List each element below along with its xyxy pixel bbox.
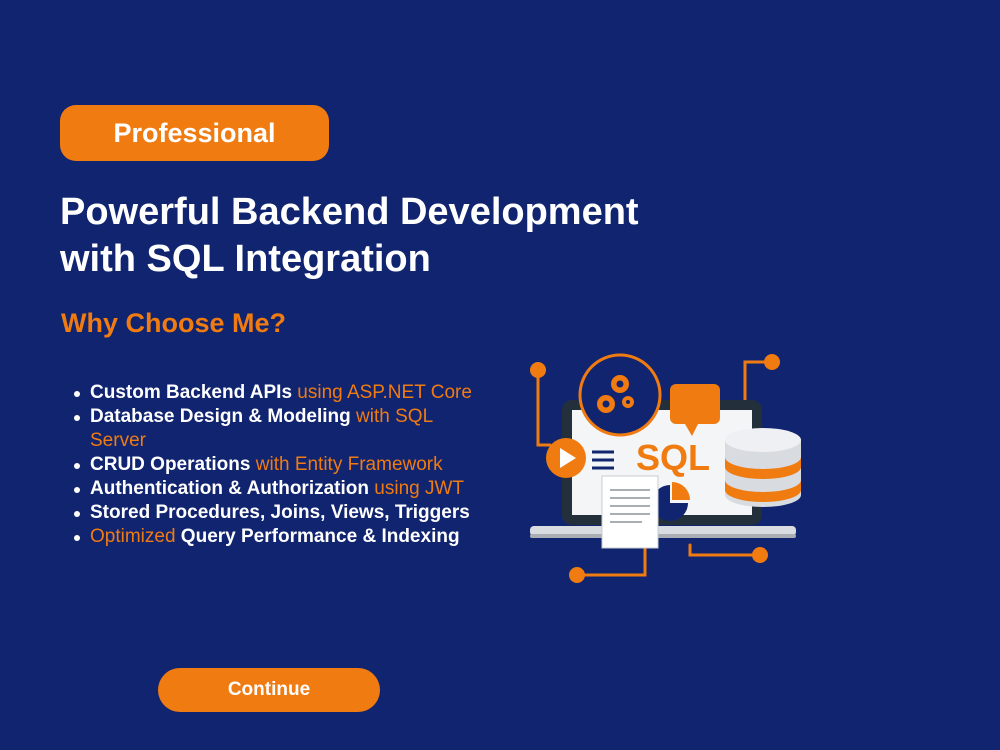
- sql-label: SQL: [636, 437, 710, 478]
- feature-item: Custom Backend APIs using ASP.NET Core: [74, 381, 490, 405]
- feature-title: CRUD Operations: [90, 454, 251, 475]
- laptop-sql-database-illustration: SQL: [530, 353, 801, 583]
- feature-detail: Optimized: [90, 526, 176, 547]
- professional-badge: Professional: [60, 105, 329, 161]
- feature-title: Custom Backend APIs: [90, 382, 293, 403]
- feature-title: Query Performance & Indexing: [175, 526, 460, 547]
- feature-detail: using ASP.NET Core: [292, 382, 472, 403]
- section-heading: Why Choose Me?: [61, 308, 287, 338]
- feature-list: Custom Backend APIs using ASP.NET Core D…: [74, 381, 490, 549]
- page-title: Powerful Backend Development with SQL In…: [60, 189, 760, 283]
- feature-item: Stored Procedures, Joins, Views, Trigger…: [74, 501, 490, 525]
- feature-detail: using JWT: [369, 478, 465, 499]
- page-title-line-2: with SQL Integration: [60, 238, 431, 280]
- feature-title: Authentication & Authorization: [90, 478, 369, 499]
- page-title-line-1: Powerful Backend Development: [60, 191, 639, 233]
- feature-item: Authentication & Authorization using JWT: [74, 477, 490, 501]
- feature-title: Stored Procedures, Joins, Views, Trigger…: [90, 502, 470, 523]
- feature-title: Database Design & Modeling: [90, 406, 351, 427]
- feature-item: Optimized Query Performance & Indexing: [74, 525, 490, 549]
- feature-detail: with Entity Framework: [250, 454, 443, 475]
- feature-item: CRUD Operations with Entity Framework: [74, 453, 490, 477]
- continue-button[interactable]: Continue: [158, 668, 380, 712]
- feature-item: Database Design & Modeling with SQL Serv…: [74, 405, 490, 453]
